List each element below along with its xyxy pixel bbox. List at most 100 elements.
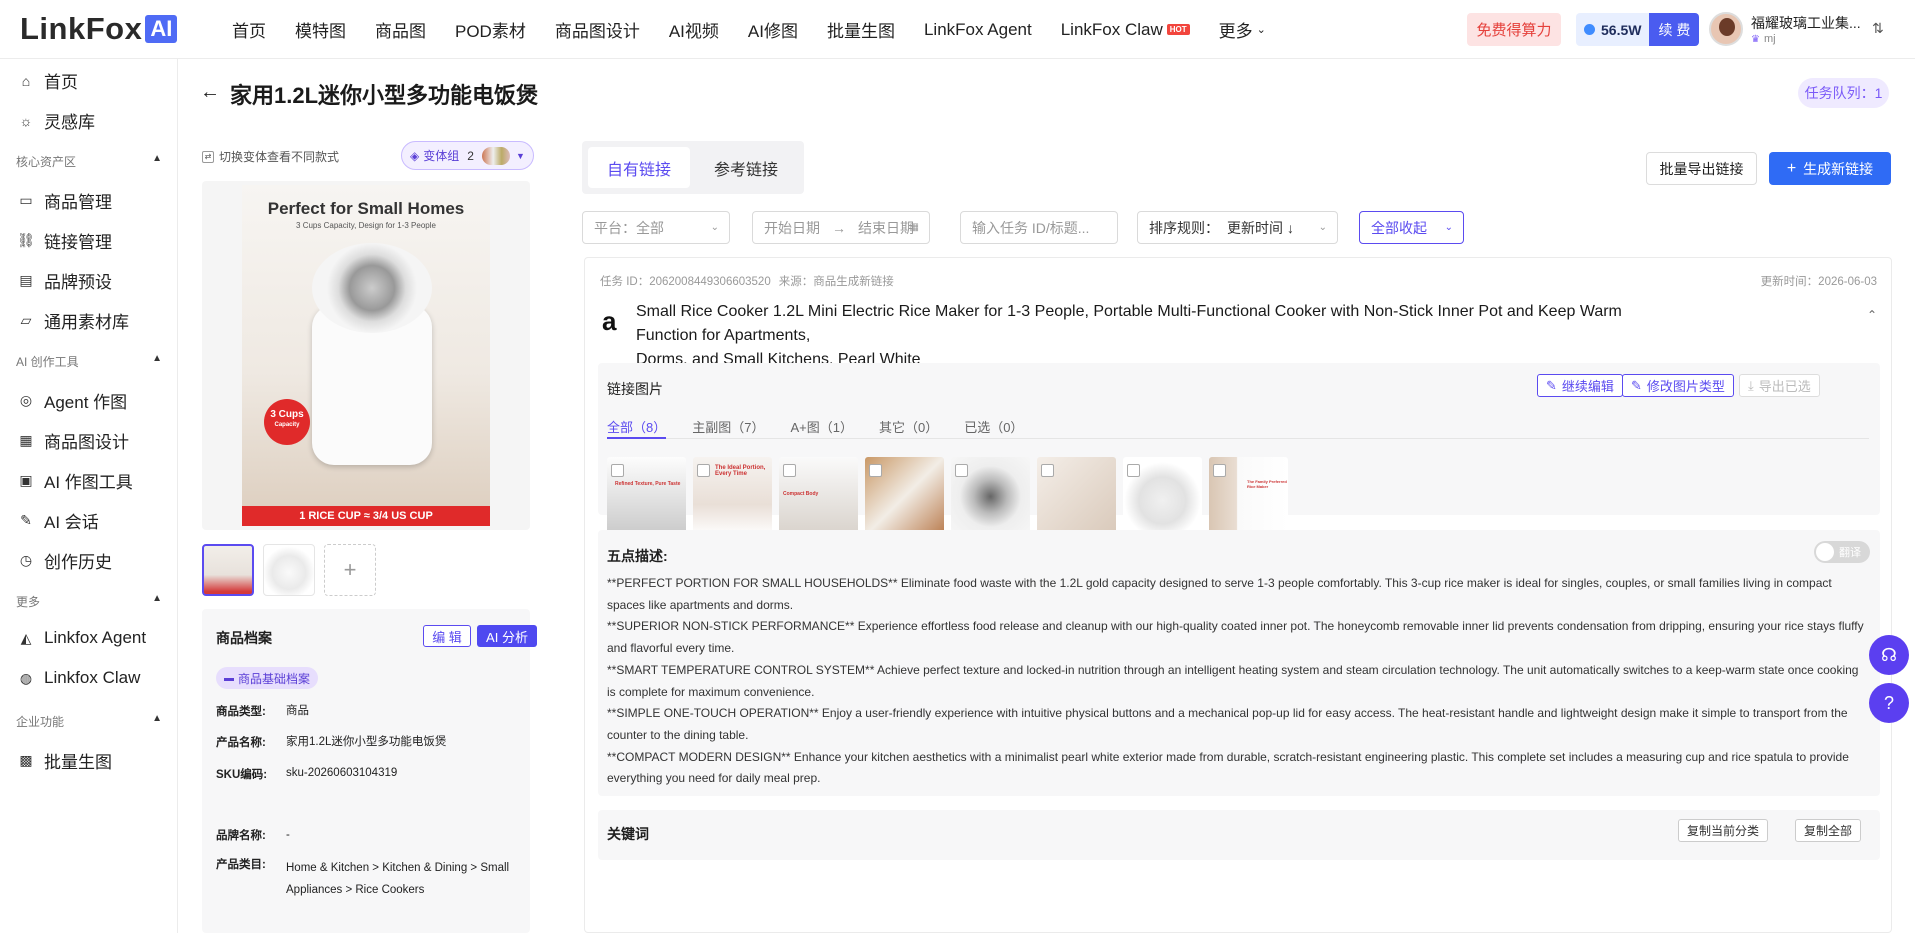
nav-pod[interactable]: POD素材 bbox=[455, 17, 526, 42]
nav-batch[interactable]: 批量生图 bbox=[827, 17, 895, 42]
sidebar-section-more[interactable]: 更多 ▲ bbox=[16, 593, 162, 610]
export-selected-button[interactable]: ⤓ 导出已选 bbox=[1739, 374, 1820, 397]
sidebar-item-material-lib[interactable]: ▱ 通用素材库 bbox=[18, 308, 129, 333]
headset-support-icon[interactable]: ☊ bbox=[1869, 635, 1909, 675]
sidebar-item-home[interactable]: ⌂ 首页 bbox=[18, 68, 78, 93]
sidebar-item-batch[interactable]: ▩ 批量生图 bbox=[18, 748, 112, 773]
variant-group-label: 变体组 bbox=[423, 149, 460, 163]
archive-edit-button[interactable]: 编 辑 bbox=[423, 625, 471, 647]
translate-toggle[interactable]: 翻译 bbox=[1814, 541, 1870, 563]
platform-select[interactable]: 平台：全部 ⌄ bbox=[582, 211, 730, 244]
tab-other[interactable]: 其它（0） bbox=[879, 417, 938, 439]
sidebar-item-history[interactable]: ◷ 创作历史 bbox=[18, 548, 112, 573]
credit-amount: 56.5W bbox=[1576, 13, 1650, 46]
date-range-picker[interactable]: 开始日期 → 结束日期 ▦ bbox=[752, 211, 930, 244]
nav-claw[interactable]: LinkFox Claw HOT bbox=[1061, 20, 1190, 40]
nav-more-label: 更多 bbox=[1218, 22, 1253, 41]
sidebar-item-linkfox-agent[interactable]: ◭ Linkfox Agent bbox=[18, 628, 146, 648]
image-checkbox[interactable] bbox=[1041, 464, 1054, 477]
nav-product-design[interactable]: 商品图设计 bbox=[555, 17, 640, 42]
image-checkbox[interactable] bbox=[783, 464, 796, 477]
variant-group-dropdown[interactable]: ◈ 变体组 2 ▼ bbox=[401, 141, 534, 170]
sidebar-item-agent-draw[interactable]: ◎ Agent 作图 bbox=[18, 388, 127, 413]
continue-edit-button[interactable]: ✎ 继续编辑 bbox=[1537, 374, 1623, 397]
image-checkbox[interactable] bbox=[697, 464, 710, 477]
sidebar-section-enterprise[interactable]: 企业功能 ▲ bbox=[16, 713, 162, 730]
link-icon: ⛓ bbox=[17, 232, 35, 248]
tab-reference-links[interactable]: 参考链接 bbox=[694, 147, 798, 188]
link-image[interactable] bbox=[865, 457, 944, 536]
sidebar-item-ai-draw-tools[interactable]: ▣ AI 作图工具 bbox=[18, 468, 132, 493]
help-icon[interactable]: ? bbox=[1869, 683, 1909, 723]
edit-icon: ✎ bbox=[1546, 377, 1557, 393]
tab-own-links[interactable]: 自有链接 bbox=[588, 147, 690, 188]
capacity-badge: 3 Cups Capacity bbox=[264, 399, 310, 445]
bullet-list: **PERFECT PORTION FOR SMALL HOUSEHOLDS**… bbox=[607, 573, 1869, 790]
user-menu[interactable]: 福耀玻璃工业集... ♛ mj bbox=[1709, 12, 1861, 46]
sort-select[interactable]: 排序规则： 更新时间 ↓ ⌄ bbox=[1137, 211, 1338, 244]
listing-title-line: Small Rice Cooker 1.2L Mini Electric Ric… bbox=[636, 303, 1622, 344]
link-image[interactable] bbox=[1037, 457, 1116, 536]
renew-button[interactable]: 续 费 bbox=[1649, 13, 1700, 46]
nav-ai-video[interactable]: AI视频 bbox=[669, 17, 719, 42]
nav-more[interactable]: 更多 ⌄ bbox=[1219, 17, 1266, 42]
nav-agent[interactable]: LinkFox Agent bbox=[924, 20, 1032, 40]
image-checkbox[interactable] bbox=[955, 464, 968, 477]
image-icon: ▣ bbox=[19, 472, 33, 488]
nav-model-image[interactable]: 模特图 bbox=[295, 17, 346, 42]
tab-selected[interactable]: 已选（0） bbox=[964, 417, 1023, 439]
batch-export-button[interactable]: 批量导出链接 bbox=[1646, 152, 1757, 185]
variant-thumb-2[interactable] bbox=[263, 544, 315, 596]
ai-analyze-button[interactable]: AI 分析 bbox=[477, 625, 537, 647]
add-variant-button[interactable]: + bbox=[324, 544, 376, 596]
image-checkbox[interactable] bbox=[1213, 464, 1226, 477]
copy-all-button[interactable]: 复制全部 bbox=[1795, 819, 1862, 842]
switch-account-icon[interactable]: ⇅ bbox=[1872, 20, 1884, 37]
hot-badge: HOT bbox=[1166, 24, 1190, 35]
generate-link-button[interactable]: + 生成新链接 bbox=[1769, 152, 1891, 185]
sidebar-item-label: Linkfox Agent bbox=[44, 628, 147, 647]
logo[interactable]: LinkFox AI bbox=[20, 11, 178, 46]
sidebar-item-brand-preset[interactable]: ▤ 品牌预设 bbox=[18, 268, 112, 293]
link-image[interactable]: The Family Preferred Rice Maker bbox=[1209, 457, 1288, 536]
link-image[interactable]: The Ideal Portion, Every Time bbox=[693, 457, 772, 536]
variant-thumb-1[interactable] bbox=[202, 544, 254, 596]
credit-widget[interactable]: 56.5W 续 费 bbox=[1576, 13, 1700, 46]
nav-home[interactable]: 首页 bbox=[232, 17, 266, 42]
link-image[interactable]: Compact Body bbox=[779, 457, 858, 536]
copy-category-button[interactable]: 复制当前分类 bbox=[1678, 819, 1769, 842]
sidebar-item-product-design[interactable]: ▦ 商品图设计 bbox=[18, 428, 129, 453]
archive-row: SKU编码: sku-20260603104319 bbox=[216, 765, 516, 786]
translate-label: 翻译 bbox=[1839, 547, 1861, 559]
image-checkbox[interactable] bbox=[1127, 464, 1140, 477]
sidebar-item-linkfox-claw[interactable]: ◍ Linkfox Claw bbox=[18, 668, 140, 688]
collapse-label: 全部收起 bbox=[1371, 219, 1427, 236]
sidebar-item-ai-chat[interactable]: ✎ AI 会话 bbox=[18, 508, 99, 533]
task-meta: 任务 ID：2062008449306603520 来源：商品生成新链接 bbox=[600, 273, 894, 289]
back-arrow-icon[interactable]: ← bbox=[200, 81, 220, 104]
image-checkbox[interactable] bbox=[869, 464, 882, 477]
tab-all[interactable]: 全部（8） bbox=[607, 417, 667, 439]
link-image[interactable] bbox=[1123, 457, 1202, 536]
sidebar-section-core[interactable]: 核心资产区 ▲ bbox=[16, 153, 162, 170]
main-content: ← 家用1.2L迷你小型多功能电饭煲 任务队列：1 ⇄ 切换变体查看不同款式 ◈ … bbox=[178, 59, 1915, 933]
link-image[interactable]: Refined Texture, Pure Taste bbox=[607, 457, 686, 536]
nav-ai-retouch[interactable]: AI修图 bbox=[748, 17, 798, 42]
sidebar-item-link-mgmt[interactable]: ⛓ 链接管理 bbox=[17, 228, 112, 253]
logo-text: LinkFox bbox=[20, 11, 143, 46]
collapse-all-button[interactable]: 全部收起 ⌄ bbox=[1359, 211, 1464, 244]
tab-aplus[interactable]: A+图（1） bbox=[790, 417, 853, 439]
tab-main[interactable]: 主副图（7） bbox=[692, 417, 764, 439]
sidebar-item-inspiration[interactable]: ☼ 灵感库 bbox=[18, 108, 95, 133]
sort-down-icon: ↓ bbox=[1287, 219, 1294, 236]
image-checkbox[interactable] bbox=[611, 464, 624, 477]
sidebar-item-product-mgmt[interactable]: ▭ 商品管理 bbox=[18, 188, 112, 213]
link-image[interactable] bbox=[951, 457, 1030, 536]
nav-product-image[interactable]: 商品图 bbox=[375, 17, 426, 42]
task-queue-badge[interactable]: 任务队列：1 bbox=[1798, 78, 1889, 108]
sidebar-section-ai-tools[interactable]: AI 创作工具 ▲ bbox=[16, 353, 162, 370]
modify-type-button[interactable]: ✎ 修改图片类型 bbox=[1622, 374, 1734, 397]
free-credit-button[interactable]: 免费得算力 bbox=[1467, 13, 1561, 46]
chevron-up-icon[interactable]: ⌃ bbox=[1867, 308, 1877, 322]
search-input[interactable]: 输入任务 ID/标题... bbox=[960, 211, 1118, 244]
